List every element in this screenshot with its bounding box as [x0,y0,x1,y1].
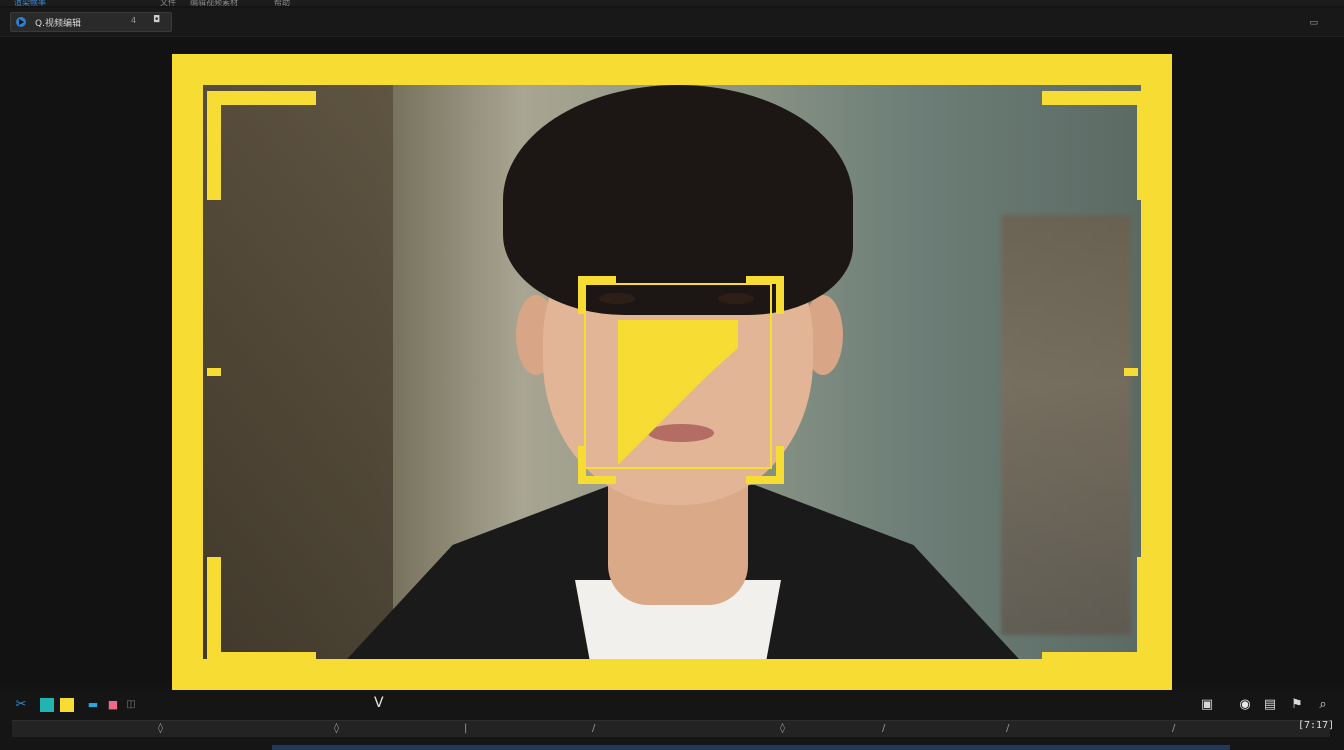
edge-tick-top [668,58,676,66]
color-swatch-icon[interactable] [60,698,74,712]
subject-hair [503,85,853,315]
tab-title: Q.视频编辑 [35,19,81,29]
camera-icon[interactable]: ▬ [86,698,100,712]
ruler-mark: / [1172,723,1176,734]
edge-tick-right [1124,368,1138,376]
current-marker: V [374,695,384,711]
ruler-mark: / [592,723,596,734]
face-box-corner[interactable] [746,446,784,484]
corner-bracket-top-left [207,91,316,200]
end-timecode: [7:17] [1298,720,1335,731]
menu-item-help[interactable]: 帮助 [274,0,290,8]
snapshot-icon[interactable]: ◉ [1238,698,1252,712]
project-tab[interactable]: Q.视频编辑 4 ◘ [10,12,172,32]
timeline-ruler[interactable]: ◊ ◊ | / ◊ / / / [12,720,1330,737]
ruler-mark: ◊ [780,723,785,734]
ruler-mark: / [1006,723,1010,734]
marker-icon[interactable]: ■ [106,698,120,712]
toolbar: Q.视频编辑 4 ◘ ▭ [0,8,1344,37]
menu-item-render[interactable]: 渲染帧率 [14,0,46,8]
scissors-icon[interactable]: ✂ [14,698,28,712]
corner-bracket-bottom-right [1042,557,1151,666]
face-box-corner[interactable] [578,276,616,314]
window-control-icon[interactable]: ▭ [1309,18,1318,28]
edge-tick-left [207,368,221,376]
grid-icon[interactable]: ▤ [1263,698,1277,712]
app-logo-icon [16,17,26,27]
tab-pin-icon[interactable]: ◘ [153,15,160,25]
corner-bracket-top-right [1042,91,1151,200]
playback-progress[interactable] [272,745,1230,750]
zoom-icon[interactable]: ⌕ [1316,698,1330,712]
face-box-corner[interactable] [746,276,784,314]
menu-item-file[interactable]: 文件 [160,0,176,8]
export-icon[interactable]: ▣ [1200,698,1214,712]
flag-icon[interactable]: ⚑ [1290,698,1304,712]
ruler-mark: | [464,723,468,734]
badge-icon[interactable]: ◫ [124,698,138,712]
menu-item-edit[interactable]: 编辑视频素材 [190,0,238,8]
face-box-corner[interactable] [578,446,616,484]
menu-bar: 渲染帧率 文件 编辑视频素材 帮助 [0,0,1344,8]
mask-shape-icon[interactable] [618,320,740,465]
tab-count: 4 [131,16,137,25]
ruler-mark: ◊ [334,723,339,734]
ruler-mark: ◊ [158,723,163,734]
corner-bracket-bottom-left [207,557,316,666]
ruler-mark: / [882,723,886,734]
clip-icon[interactable] [40,698,54,712]
